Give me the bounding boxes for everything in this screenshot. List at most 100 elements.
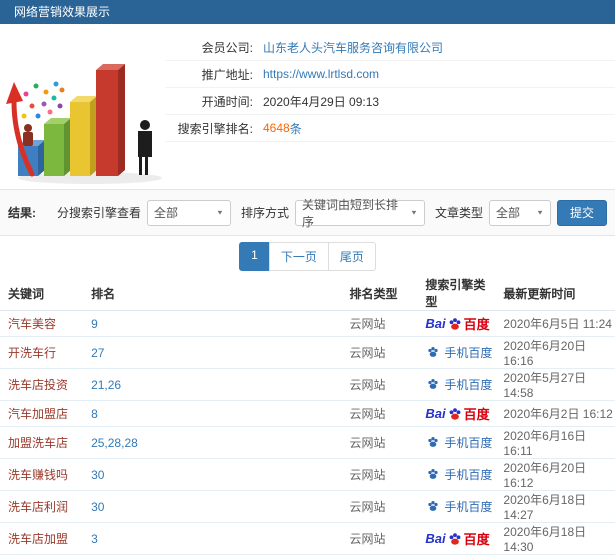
baidu-paw-icon — [448, 317, 462, 331]
baidu-logo-text: Bai — [425, 531, 446, 546]
open-time-value: 2020年4月29日 09:13 — [263, 94, 380, 109]
chevron-down-icon: ▼ — [216, 208, 224, 217]
rank-link[interactable]: 25,28,28 — [91, 436, 138, 450]
baidu-paw-icon — [448, 407, 462, 421]
info-row-company: 会员公司: 山东老人头汽车服务咨询有限公司 — [165, 34, 615, 61]
table-row: 洗车店投资 21,26 云网站 手机百度 2020年5月27日 14:58 — [0, 368, 615, 401]
filter-controls: 分搜索引擎查看 全部 ▼ 排序方式 关键词由短到长排序 ▼ 文章类型 全部 ▼ … — [53, 198, 607, 229]
baidu-logo-cn: 百度 — [463, 407, 490, 422]
title-bar: 网络营销效果展示 — [0, 0, 615, 24]
table-row: 洗车店利润 30 云网站 手机百度 2020年6月18日 14:27 — [0, 490, 615, 523]
page-title: 网络营销效果展示 — [14, 5, 111, 19]
company-label: 会员公司: — [201, 40, 253, 55]
promo-url-link[interactable]: https://www.lrtlsd.com — [263, 67, 379, 81]
rank-link[interactable]: 21,26 — [91, 378, 121, 392]
table-header-row: 关键词 排名 排名类型 搜索引擎类型 最新更新时间 — [0, 276, 615, 311]
engine-cell: Bai 百度 — [417, 310, 496, 337]
chevron-down-icon: ▼ — [536, 208, 544, 217]
keyword-cell: 汽车加盟店 — [0, 400, 84, 427]
type-filter-label: 文章类型 — [434, 206, 483, 220]
type-select[interactable]: 全部 ▼ — [488, 199, 551, 226]
table-row: 洗车赚钱吗 30 云网站 手机百度 2020年6月20日 16:12 — [0, 458, 615, 491]
rank-count-label: 搜索引擎排名: — [177, 121, 253, 136]
rank-cell: 21,26 — [83, 368, 342, 401]
baidu-paw-icon — [448, 532, 462, 546]
company-name-link[interactable]: 山东老人头汽车服务咨询有限公司 — [263, 39, 443, 56]
sort-select-value: 关键词由短到长排序 — [301, 197, 398, 229]
last-page-button[interactable]: 尾页 — [327, 241, 376, 271]
header-rank-type: 排名类型 — [341, 276, 418, 311]
rank-link[interactable]: 27 — [91, 346, 104, 360]
page-1-button[interactable]: 1 — [239, 241, 270, 271]
results-table: 关键词 排名 排名类型 搜索引擎类型 最新更新时间 汽车美容 9 云网站 Bai 百度 2… — [0, 276, 615, 555]
rank-type-cell: 云网站 — [341, 310, 418, 337]
keyword-cell: 洗车店加盟 — [0, 522, 84, 555]
table-row: 汽车美容 9 云网站 Bai 百度 2020年6月5日 11:24 — [0, 310, 615, 337]
baidu-paw-icon — [427, 378, 439, 390]
header-keyword: 关键词 — [0, 276, 84, 311]
next-page-button[interactable]: 下一页 — [268, 241, 329, 271]
submit-button[interactable]: 提交 — [556, 199, 607, 226]
keyword-cell: 加盟洗车店 — [0, 426, 84, 459]
engine-cell: 手机百度 — [417, 458, 496, 491]
mobile-baidu-label: 手机百度 — [425, 434, 492, 451]
promo-url-label: 推广地址: — [201, 67, 253, 82]
rank-link[interactable]: 3 — [91, 532, 98, 546]
rank-count-unit: 条 — [289, 121, 302, 136]
rank-cell: 30 — [83, 458, 342, 491]
info-panel: 会员公司: 山东老人头汽车服务咨询有限公司 推广地址: https://www.… — [0, 24, 615, 190]
engine-cell: 手机百度 — [417, 426, 496, 459]
info-row-rank-count: 搜索引擎排名: 4648 条 — [165, 115, 615, 142]
rank-cell: 9 — [83, 310, 342, 337]
header-update-time: 最新更新时间 — [495, 276, 615, 311]
rank-link[interactable]: 30 — [91, 468, 104, 482]
rank-cell: 8 — [83, 400, 342, 427]
results-table-body: 汽车美容 9 云网站 Bai 百度 2020年6月5日 11:24 开洗车行 27 云网站 手机百… — [0, 310, 615, 555]
chevron-down-icon: ▼ — [410, 208, 418, 217]
rank-type-cell: 云网站 — [341, 522, 418, 555]
engine-cell: 手机百度 — [417, 336, 496, 369]
keyword-cell: 洗车赚钱吗 — [0, 458, 84, 491]
rank-cell: 25,28,28 — [83, 426, 342, 459]
update-time-cell: 2020年6月20日 16:16 — [495, 336, 615, 369]
bar-chart-illustration — [2, 28, 172, 186]
engine-cell: Bai 百度 — [417, 522, 496, 555]
rank-cell: 30 — [83, 490, 342, 523]
rank-cell: 27 — [83, 336, 342, 369]
sort-select[interactable]: 关键词由短到长排序 ▼ — [294, 198, 425, 229]
rank-link[interactable]: 8 — [91, 407, 98, 421]
baidu-logo-cn: 百度 — [463, 532, 490, 547]
mobile-baidu-label: 手机百度 — [425, 498, 492, 515]
update-time-cell: 2020年6月2日 16:12 — [495, 400, 615, 427]
baidu-logo: Bai 百度 — [425, 529, 489, 548]
update-time-cell: 2020年6月18日 14:27 — [495, 490, 615, 523]
engine-cell: Bai 百度 — [417, 400, 496, 427]
rank-cell: 3 — [83, 522, 342, 555]
type-select-value: 全部 — [495, 206, 520, 220]
mobile-baidu-label: 手机百度 — [425, 344, 492, 361]
rank-type-cell: 云网站 — [341, 368, 418, 401]
rank-type-cell: 云网站 — [341, 458, 418, 491]
engine-select-value: 全部 — [153, 206, 178, 220]
info-row-open-time: 开通时间: 2020年4月29日 09:13 — [165, 88, 615, 115]
rank-link[interactable]: 9 — [91, 317, 98, 331]
update-time-cell: 2020年6月18日 14:30 — [495, 522, 615, 555]
engine-select[interactable]: 全部 ▼ — [146, 199, 231, 226]
info-row-url: 推广地址: https://www.lrtlsd.com — [165, 61, 615, 88]
baidu-paw-icon — [427, 468, 439, 480]
rank-count-value: 4648 — [263, 121, 290, 135]
mobile-baidu-label: 手机百度 — [425, 376, 492, 393]
baidu-logo-cn: 百度 — [463, 317, 490, 332]
baidu-logo-text: Bai — [425, 316, 446, 331]
rank-link[interactable]: 30 — [91, 500, 104, 514]
table-row: 加盟洗车店 25,28,28 云网站 手机百度 2020年6月16日 16:11 — [0, 426, 615, 459]
baidu-paw-icon — [427, 346, 439, 358]
rank-type-cell: 云网站 — [341, 426, 418, 459]
baidu-logo-text: Bai — [425, 406, 446, 421]
engine-cell: 手机百度 — [417, 490, 496, 523]
baidu-logo: Bai 百度 — [425, 314, 489, 333]
pagination: 1 下一页 尾页 — [0, 236, 615, 276]
mobile-baidu-label: 手机百度 — [425, 466, 492, 483]
update-time-cell: 2020年5月27日 14:58 — [495, 368, 615, 401]
keyword-cell: 洗车店利润 — [0, 490, 84, 523]
